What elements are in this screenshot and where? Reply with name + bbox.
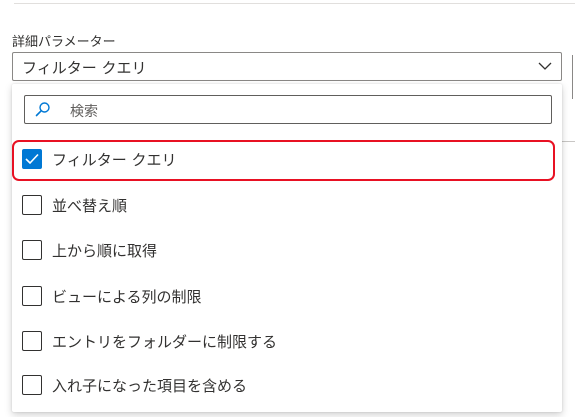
dropdown-selected-value: フィルター クエリ	[22, 59, 147, 77]
checkbox[interactable]	[22, 286, 42, 306]
option-label: 上から順に取得	[52, 242, 158, 260]
option-label: ビューによる列の制限	[52, 288, 202, 306]
search-icon	[35, 102, 50, 117]
option-limit-entries-to-folder[interactable]: エントリをフォルダーに制限する	[12, 322, 562, 362]
checkbox[interactable]	[22, 240, 42, 260]
option-label: フィルター クエリ	[52, 151, 177, 169]
option-top-count[interactable]: 上から順に取得	[12, 231, 562, 271]
dropdown-options-panel: 検索 フィルター クエリ 並べ替え順 上から順に取得 ビューによる列の制限 エン…	[12, 84, 562, 412]
checkbox[interactable]	[22, 331, 42, 351]
search-input[interactable]: 検索	[24, 95, 552, 124]
option-limit-columns-by-view[interactable]: ビューによる列の制限	[12, 277, 562, 317]
option-label: 入れ子になった項目を含める	[52, 377, 248, 395]
checkmark-icon	[25, 153, 39, 165]
advanced-parameters-label: 詳細パラメーター	[12, 35, 116, 50]
checkbox-checked[interactable]	[22, 149, 42, 169]
search-placeholder: 検索	[70, 104, 98, 120]
top-divider	[14, 3, 575, 4]
option-filter-query[interactable]: フィルター クエリ	[12, 140, 562, 180]
checkbox[interactable]	[22, 375, 42, 395]
checkbox[interactable]	[22, 195, 42, 215]
option-include-nested-items[interactable]: 入れ子になった項目を含める	[12, 366, 562, 406]
option-label: エントリをフォルダーに制限する	[52, 333, 278, 351]
chevron-down-icon[interactable]	[538, 59, 552, 73]
option-sort-order[interactable]: 並べ替え順	[12, 186, 562, 226]
option-label: 並べ替え順	[52, 197, 128, 215]
advanced-parameters-dropdown[interactable]: フィルター クエリ	[12, 52, 562, 81]
